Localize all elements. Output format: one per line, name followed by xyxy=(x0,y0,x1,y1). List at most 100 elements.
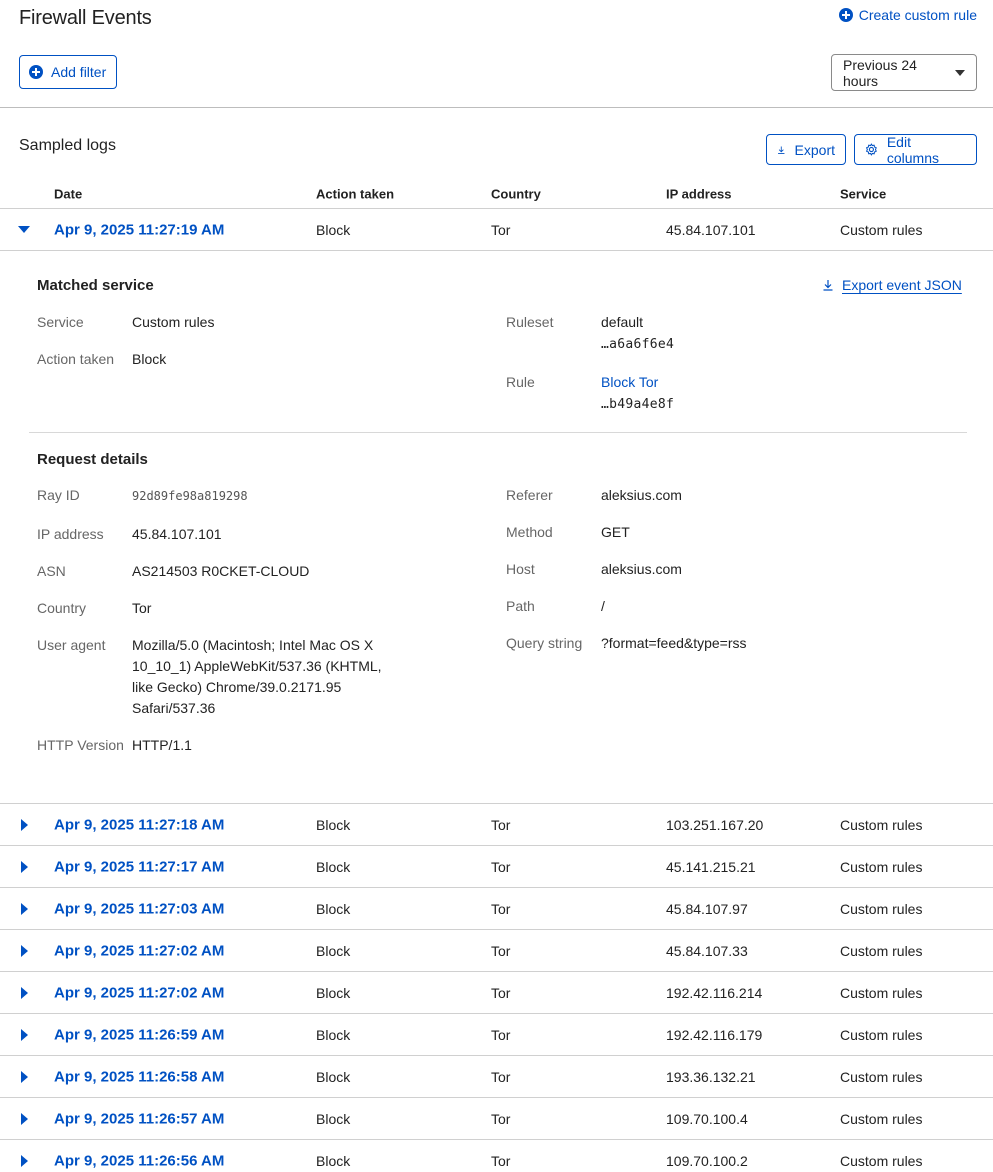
row-date[interactable]: Apr 9, 2025 11:27:02 AM xyxy=(54,984,224,1001)
host-value: aleksius.com xyxy=(601,561,682,577)
table-row[interactable]: Apr 9, 2025 11:27:17 AM Block Tor 45.141… xyxy=(0,846,993,888)
caret-right-icon xyxy=(20,860,28,873)
column-header-action[interactable]: Action taken xyxy=(316,187,394,202)
row-action: Block xyxy=(316,942,351,959)
ruleset-name: default xyxy=(601,314,644,330)
row-date[interactable]: Apr 9, 2025 11:27:03 AM xyxy=(54,900,224,917)
row-country: Tor xyxy=(491,1153,511,1169)
caret-down-icon xyxy=(955,69,965,76)
column-header-service[interactable]: Service xyxy=(840,187,886,202)
table-row[interactable]: Apr 9, 2025 11:27:02 AM Block Tor 45.84.… xyxy=(0,930,993,972)
row-action: Block xyxy=(316,1026,351,1043)
export-event-json-link[interactable]: Export event JSON xyxy=(822,277,962,293)
row-action: Block xyxy=(316,1153,351,1169)
table-row[interactable]: Apr 9, 2025 11:26:58 AM Block Tor 193.36… xyxy=(0,1056,993,1098)
export-button[interactable]: Export xyxy=(766,134,846,165)
row-ip: 109.70.100.2 xyxy=(666,1153,748,1169)
row-country: Tor xyxy=(491,221,511,238)
service-label: Service xyxy=(37,314,84,330)
row-country: Tor xyxy=(491,816,511,833)
row-action: Block xyxy=(316,816,351,833)
row-ip: 45.141.215.21 xyxy=(666,858,756,875)
column-header-country[interactable]: Country xyxy=(491,187,541,202)
table-row-expanded[interactable]: Apr 9, 2025 11:27:19 AM Block Tor 45.84.… xyxy=(0,209,993,251)
expand-toggle[interactable] xyxy=(18,902,30,915)
column-header-date[interactable]: Date xyxy=(54,187,82,202)
ip-address-value: 45.84.107.101 xyxy=(132,526,222,542)
table-row[interactable]: Apr 9, 2025 11:26:56 AM Block Tor 109.70… xyxy=(0,1140,993,1172)
table-row[interactable]: Apr 9, 2025 11:27:18 AM Block Tor 103.25… xyxy=(0,804,993,846)
expand-toggle[interactable] xyxy=(18,986,30,999)
time-range-value: Previous 24 hours xyxy=(843,56,917,89)
plus-circle-icon xyxy=(838,8,853,22)
query-string-value: ?format=feed&type=rss xyxy=(601,635,747,651)
user-agent-label: User agent xyxy=(37,637,106,653)
row-ip: 193.36.132.21 xyxy=(666,1068,756,1085)
row-date[interactable]: Apr 9, 2025 11:26:58 AM xyxy=(54,1068,224,1085)
ruleset-label: Ruleset xyxy=(506,314,554,330)
add-filter-button[interactable]: Add filter xyxy=(19,55,118,89)
http-version-value: HTTP/1.1 xyxy=(132,737,192,753)
export-event-json-label: Export event JSON xyxy=(842,277,962,293)
row-date[interactable]: Apr 9, 2025 11:27:18 AM xyxy=(54,816,224,833)
action-taken-label: Action taken xyxy=(37,351,115,367)
row-country: Tor xyxy=(491,984,511,1001)
table-row[interactable]: Apr 9, 2025 11:27:03 AM Block Tor 45.84.… xyxy=(0,888,993,930)
rule-label: Rule xyxy=(506,374,535,390)
expand-toggle[interactable] xyxy=(18,1112,30,1125)
expand-toggle[interactable] xyxy=(18,944,30,957)
row-date[interactable]: Apr 9, 2025 11:27:19 AM xyxy=(54,221,224,238)
row-ip: 192.42.116.214 xyxy=(666,984,763,1001)
referer-value: aleksius.com xyxy=(601,487,682,503)
table-row[interactable]: Apr 9, 2025 11:26:59 AM Block Tor 192.42… xyxy=(0,1014,993,1056)
row-country: Tor xyxy=(491,1068,511,1085)
gear-icon xyxy=(866,143,877,156)
rule-link[interactable]: Block Tor xyxy=(601,372,658,393)
row-action: Block xyxy=(316,1110,351,1127)
header-divider xyxy=(0,107,993,108)
expand-toggle[interactable] xyxy=(18,1155,30,1167)
row-service: Custom rules xyxy=(840,858,923,875)
create-custom-rule-link[interactable]: Create custom rule xyxy=(838,7,977,23)
add-filter-label: Add filter xyxy=(51,64,107,80)
expand-toggle[interactable] xyxy=(18,818,30,831)
collapse-toggle[interactable] xyxy=(18,224,30,236)
expand-toggle[interactable] xyxy=(18,1070,30,1083)
table-row[interactable]: Apr 9, 2025 11:26:57 AM Block Tor 109.70… xyxy=(0,1098,993,1140)
row-service: Custom rules xyxy=(840,1068,923,1085)
path-label: Path xyxy=(506,598,535,614)
row-service: Custom rules xyxy=(840,1026,923,1043)
caret-right-icon xyxy=(20,902,28,915)
service-value: Custom rules xyxy=(132,314,215,330)
create-custom-rule-label: Create custom rule xyxy=(858,7,977,23)
user-agent-line: Safari/537.36 xyxy=(132,700,216,716)
row-service: Custom rules xyxy=(840,221,923,238)
row-date[interactable]: Apr 9, 2025 11:26:56 AM xyxy=(54,1153,224,1170)
caret-right-icon xyxy=(20,818,28,831)
row-date[interactable]: Apr 9, 2025 11:26:57 AM xyxy=(54,1110,224,1127)
row-date[interactable]: Apr 9, 2025 11:27:17 AM xyxy=(54,858,224,875)
row-ip: 192.42.116.179 xyxy=(666,1026,763,1043)
column-header-ip[interactable]: IP address xyxy=(666,187,732,202)
query-string-label: Query string xyxy=(506,635,583,651)
row-service: Custom rules xyxy=(840,942,923,959)
caret-down-icon xyxy=(18,226,30,233)
edit-columns-button[interactable]: Edit columns xyxy=(854,134,977,166)
row-date[interactable]: Apr 9, 2025 11:26:59 AM xyxy=(54,1026,224,1043)
download-icon xyxy=(823,280,833,291)
time-range-select[interactable]: Previous 24 hours xyxy=(831,54,977,91)
row-service: Custom rules xyxy=(840,1110,923,1127)
row-date[interactable]: Apr 9, 2025 11:27:02 AM xyxy=(54,942,224,959)
ruleset-id: …a6a6f6e4 xyxy=(601,337,675,352)
row-ip: 103.251.167.20 xyxy=(666,816,764,833)
method-value: GET xyxy=(601,524,630,540)
expand-toggle[interactable] xyxy=(18,860,30,873)
expand-toggle[interactable] xyxy=(18,1028,30,1041)
ray-id-value: 92d89fe98a819298 xyxy=(132,489,248,503)
event-detail-panel: Matched service Export event JSON Servic… xyxy=(0,251,993,804)
table-row[interactable]: Apr 9, 2025 11:27:02 AM Block Tor 192.42… xyxy=(0,972,993,1014)
caret-right-icon xyxy=(20,944,28,957)
user-agent-line: 10_10_1) AppleWebKit/537.36 (KHTML, xyxy=(132,658,382,674)
user-agent-value: Mozilla/5.0 (Macintosh; Intel Mac OS X 1… xyxy=(132,635,382,719)
caret-right-icon xyxy=(20,1112,28,1125)
